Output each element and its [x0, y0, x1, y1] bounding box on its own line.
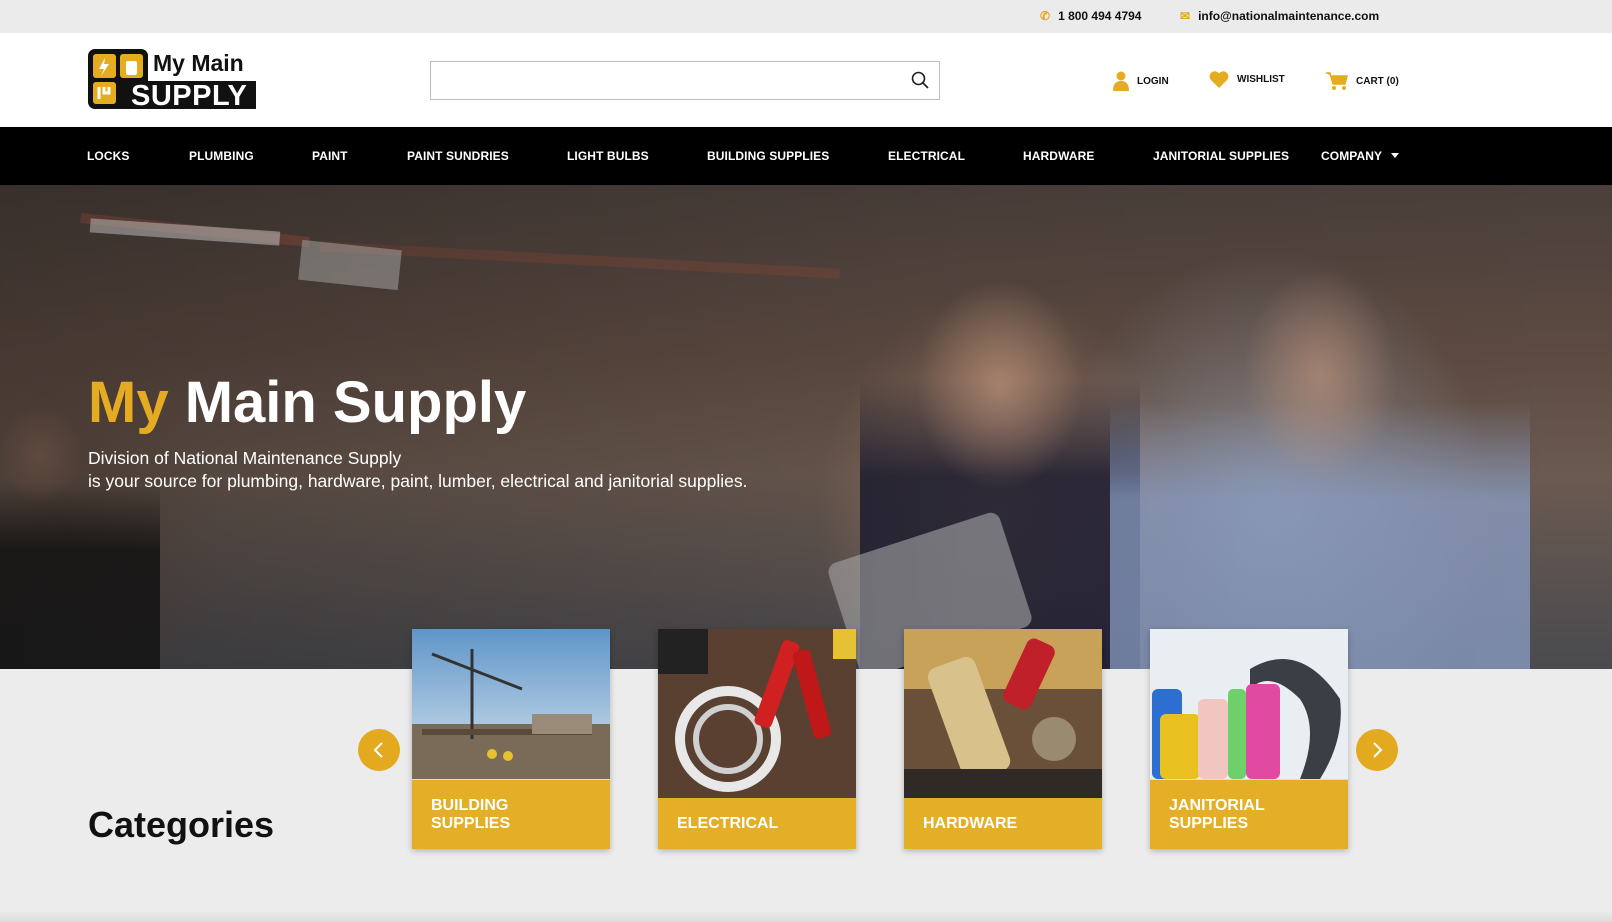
category-label-line1: JANITORIAL: [1169, 796, 1265, 814]
top-bar: ✆ 1 800 494 4794 ✉ info@nationalmaintena…: [0, 0, 1612, 33]
wishlist-label[interactable]: WISHLIST: [1237, 74, 1285, 85]
carousel-prev-button[interactable]: [358, 729, 400, 771]
mail-icon: ✉: [1180, 9, 1191, 23]
nav-item-janitorial-supplies[interactable]: JANITORIAL SUPPLIES: [1153, 149, 1289, 163]
phone-contact[interactable]: ✆ 1 800 494 4794: [1040, 9, 1141, 23]
category-card-label: BUILDING SUPPLIES: [412, 780, 610, 849]
wishlist-link[interactable]: WISHLIST: [1209, 71, 1285, 88]
caret-down-icon: [1391, 153, 1400, 158]
login-link[interactable]: LOGIN: [1113, 71, 1169, 91]
hero-title: My Main Supply: [88, 369, 526, 436]
cart-link[interactable]: CART (0): [1326, 71, 1399, 91]
carousel-next-button[interactable]: [1356, 729, 1398, 771]
search-icon[interactable]: [911, 71, 929, 89]
hero-subtitle: Division of National Maintenance Supply …: [88, 447, 748, 493]
logo-text-top: My Main: [153, 50, 244, 76]
category-label-line2: SUPPLIES: [1169, 814, 1249, 832]
nav-item-locks[interactable]: LOCKS: [87, 149, 130, 163]
email-address[interactable]: info@nationalmaintenance.com: [1198, 9, 1379, 23]
category-card-janitorial-supplies[interactable]: JANITORIAL SUPPLIES: [1150, 629, 1348, 849]
phone-icon: ✆: [1040, 9, 1051, 23]
category-label-line2: SUPPLIES: [431, 814, 511, 832]
email-contact[interactable]: ✉ info@nationalmaintenance.com: [1180, 9, 1379, 23]
nav-item-hardware[interactable]: HARDWARE: [1023, 149, 1094, 163]
category-card-hardware[interactable]: HARDWARE: [904, 629, 1102, 849]
chevron-left-icon: [373, 742, 383, 758]
chevron-right-icon: [1373, 742, 1383, 758]
category-card-label: HARDWARE: [904, 798, 1102, 849]
site-logo[interactable]: My Main SUPPLY: [88, 49, 256, 112]
phone-number[interactable]: 1 800 494 4794: [1058, 9, 1141, 23]
hero-title-my: My: [88, 370, 169, 435]
nav-item-building-supplies[interactable]: BUILDING SUPPLIES: [707, 149, 829, 163]
nav-item-company-label: COMPANY: [1321, 149, 1382, 163]
hero-subtitle-line2: is your source for plumbing, hardware, p…: [88, 471, 748, 491]
cart-icon: [1326, 72, 1348, 90]
building-supplies-image: [412, 629, 610, 779]
search-input[interactable]: [439, 62, 893, 99]
category-label-line1: ELECTRICAL: [677, 814, 779, 832]
nav-item-plumbing[interactable]: PLUMBING: [189, 149, 254, 163]
nav-item-paint[interactable]: PAINT: [312, 149, 348, 163]
category-card-label: JANITORIAL SUPPLIES: [1150, 780, 1348, 849]
category-label-line1: BUILDING: [431, 796, 509, 814]
hero-subtitle-line1: Division of National Maintenance Supply: [88, 448, 402, 468]
cart-label[interactable]: CART (0): [1356, 76, 1399, 87]
nav-item-light-bulbs[interactable]: LIGHT BULBS: [567, 149, 649, 163]
login-label[interactable]: LOGIN: [1137, 76, 1169, 87]
search-bar[interactable]: [430, 61, 940, 100]
category-label-line1: HARDWARE: [923, 814, 1018, 832]
nav-item-company[interactable]: COMPANY: [1321, 149, 1400, 163]
heart-icon: [1209, 71, 1229, 88]
hardware-image: [904, 629, 1102, 799]
section-divider: [0, 912, 1612, 922]
logo-text-bottom: SUPPLY: [131, 80, 248, 112]
nav-item-electrical[interactable]: ELECTRICAL: [888, 149, 965, 163]
category-card-electrical[interactable]: ELECTRICAL: [658, 629, 856, 849]
categories-heading: Categories: [88, 804, 275, 845]
main-nav: LOCKS PLUMBING PAINT PAINT SUNDRIES LIGH…: [0, 127, 1612, 185]
category-card-building-supplies[interactable]: BUILDING SUPPLIES: [412, 629, 610, 849]
category-card-label: ELECTRICAL: [658, 798, 856, 849]
user-icon: [1113, 71, 1129, 91]
nav-item-paint-sundries[interactable]: PAINT SUNDRIES: [407, 149, 509, 163]
electrical-image: [658, 629, 856, 799]
janitorial-supplies-image: [1150, 629, 1348, 779]
hero-title-rest: Main Supply: [184, 370, 527, 435]
